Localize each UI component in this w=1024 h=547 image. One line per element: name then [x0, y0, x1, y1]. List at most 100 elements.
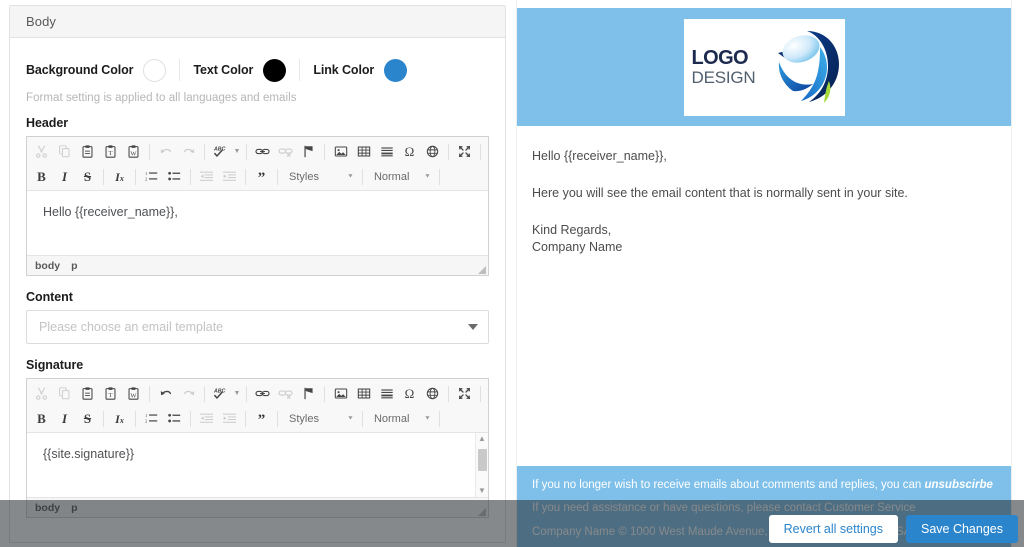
chevron-down-icon: ▼	[423, 415, 431, 422]
divider	[204, 143, 205, 160]
decrease-indent-icon[interactable]	[196, 408, 217, 429]
italic-icon[interactable]: I	[54, 166, 75, 187]
image-icon[interactable]	[330, 383, 351, 404]
chevron-down-icon: ▼	[347, 415, 354, 422]
header-editor-content[interactable]: Hello {{receiver_name}},	[27, 191, 488, 255]
horizontal-rule-icon[interactable]	[376, 141, 397, 162]
table-icon[interactable]	[353, 141, 374, 162]
cut-icon[interactable]	[31, 383, 52, 404]
svg-text:T: T	[109, 392, 113, 399]
bold-icon[interactable]: B	[31, 166, 52, 187]
unsubscribe-link[interactable]: unsubscirbe	[924, 479, 992, 491]
numbered-list-icon[interactable]: 12	[141, 166, 162, 187]
divider	[361, 168, 363, 185]
elements-path-p[interactable]: p	[71, 260, 77, 272]
iframe-icon[interactable]	[422, 383, 443, 404]
styles-combo-value: Styles	[289, 170, 319, 183]
redo-icon[interactable]	[178, 141, 199, 162]
strikethrough-icon[interactable]: S	[77, 166, 98, 187]
bulleted-list-icon[interactable]	[164, 408, 185, 429]
increase-indent-icon[interactable]	[219, 408, 240, 429]
header-editor[interactable]: T W ABC ▼ Ω B I S Ix 1 2 ” Styles ▼ Norm…	[26, 136, 489, 276]
email-logo: LOGO DESIGN	[683, 18, 845, 116]
special-character-icon[interactable]: Ω	[399, 383, 420, 404]
unlink-icon[interactable]	[275, 141, 296, 162]
signature-editor-scrollbar[interactable]: ▲ ▼	[475, 433, 488, 497]
maximize-icon[interactable]	[454, 383, 475, 404]
undo-icon[interactable]	[155, 141, 176, 162]
numbered-list-icon[interactable]: 12	[141, 408, 162, 429]
unlink-icon[interactable]	[275, 383, 296, 404]
elements-path-body[interactable]: body	[35, 260, 60, 272]
scroll-down-arrow-icon[interactable]: ▼	[478, 485, 486, 497]
signature-editor[interactable]: T W ABC ▼ Ω B I S Ix 1 2 ” Styles ▼ Norm…	[26, 378, 489, 518]
anchor-icon[interactable]	[298, 141, 319, 162]
email-paragraph: Here you will see the email content that…	[532, 185, 908, 200]
paste-from-word-icon[interactable]: W	[123, 383, 144, 404]
paste-from-word-icon[interactable]: W	[123, 141, 144, 162]
anchor-icon[interactable]	[298, 383, 319, 404]
blockquote-icon[interactable]: ”	[251, 408, 272, 429]
styles-combo[interactable]: Styles ▼	[283, 167, 357, 187]
spell-check-dropdown-arrow-icon[interactable]: ▼	[233, 383, 241, 404]
card-header: Body	[10, 6, 505, 38]
scroll-up-arrow-icon[interactable]: ▲	[478, 433, 486, 445]
card-body: Background Color Text Color Link Color F…	[10, 38, 505, 542]
horizontal-rule-icon[interactable]	[376, 383, 397, 404]
link-icon[interactable]	[252, 141, 273, 162]
link-icon[interactable]	[252, 383, 273, 404]
bold-icon[interactable]: B	[31, 408, 52, 429]
paragraph-format-combo[interactable]: Normal ▼	[368, 167, 434, 187]
special-character-icon[interactable]: Ω	[399, 141, 420, 162]
divider	[179, 59, 181, 81]
email-preview-banner: LOGO DESIGN	[517, 8, 1011, 126]
paragraph-format-combo[interactable]: Normal ▼	[368, 409, 434, 429]
revert-all-settings-button[interactable]: Revert all settings	[768, 515, 898, 543]
email-template-select[interactable]: Please choose an email template	[26, 310, 489, 344]
decrease-indent-icon[interactable]	[196, 166, 217, 187]
link-color-swatch[interactable]	[384, 58, 408, 82]
signature-editor-content[interactable]: {{site.signature}}	[27, 433, 488, 497]
scrollbar-thumb[interactable]	[477, 449, 487, 471]
remove-format-icon[interactable]: Ix	[109, 166, 130, 187]
increase-indent-icon[interactable]	[219, 166, 240, 187]
bulleted-list-icon[interactable]	[164, 166, 185, 187]
remove-format-icon[interactable]: Ix	[109, 408, 130, 429]
cut-icon[interactable]	[31, 141, 52, 162]
spell-check-icon[interactable]: ABC	[210, 383, 231, 404]
toolbar-row-1: T W ABC ▼ Ω	[30, 139, 485, 164]
divider	[103, 168, 104, 185]
image-icon[interactable]	[330, 141, 351, 162]
toolbar-row-2: B I S Ix 12 ” Styles ▼ Normal ▼	[30, 164, 485, 189]
email-body-spacer	[532, 276, 996, 466]
spell-check-dropdown-arrow-icon[interactable]: ▼	[233, 141, 241, 162]
divider	[438, 410, 440, 427]
maximize-icon[interactable]	[454, 141, 475, 162]
paste-as-plain-text-icon[interactable]: T	[100, 383, 121, 404]
paste-icon[interactable]	[77, 383, 98, 404]
text-color-swatch[interactable]	[263, 58, 287, 82]
copy-icon[interactable]	[54, 383, 75, 404]
resize-handle[interactable]	[478, 266, 486, 274]
copy-icon[interactable]	[54, 141, 75, 162]
undo-icon[interactable]	[155, 383, 176, 404]
paste-icon[interactable]	[77, 141, 98, 162]
strikethrough-icon[interactable]: S	[77, 408, 98, 429]
chevron-down-icon: ▼	[423, 173, 431, 180]
color-settings-row: Background Color Text Color Link Color	[26, 52, 489, 88]
logo-line-2: DESIGN	[691, 68, 756, 87]
iframe-icon[interactable]	[422, 141, 443, 162]
blockquote-icon[interactable]: ”	[251, 166, 272, 187]
divider	[277, 168, 278, 185]
spell-check-icon[interactable]: ABC	[210, 141, 231, 162]
redo-icon[interactable]	[178, 383, 199, 404]
save-changes-button[interactable]: Save Changes	[905, 515, 1018, 543]
svg-text:ABC: ABC	[213, 147, 226, 153]
styles-combo[interactable]: Styles ▼	[283, 409, 357, 429]
divider	[246, 143, 247, 160]
italic-icon[interactable]: I	[54, 408, 75, 429]
table-icon[interactable]	[353, 383, 374, 404]
paste-as-plain-text-icon[interactable]: T	[100, 141, 121, 162]
background-color-swatch[interactable]	[143, 58, 167, 82]
email-greeting: Hello {{receiver_name}},	[532, 149, 667, 163]
